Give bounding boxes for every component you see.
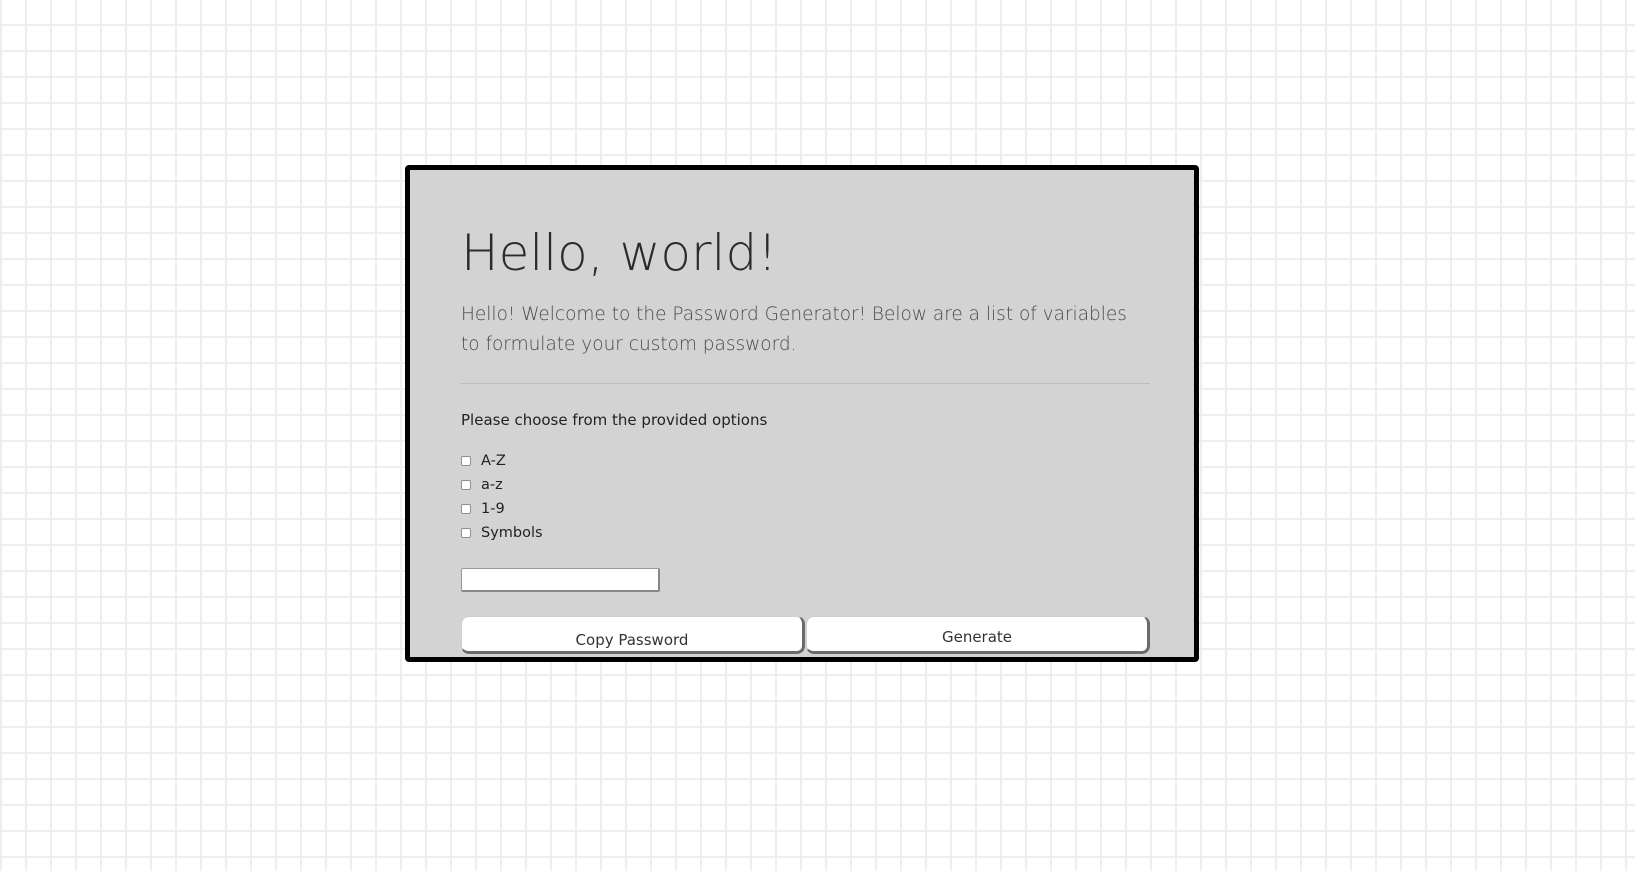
divider [461,383,1150,384]
password-output-field[interactable] [461,568,660,592]
numbers-checkbox[interactable] [461,504,471,514]
option-label: 1-9 [481,501,505,517]
option-label: A-Z [481,453,506,469]
copy-password-button[interactable]: Copy Password [461,616,805,654]
option-symbols[interactable]: Symbols [461,521,543,545]
option-label: a-z [481,477,503,493]
option-label: Symbols [481,525,543,541]
option-uppercase[interactable]: A-Z [461,449,543,473]
options-list: A-Z a-z 1-9 Symbols [461,449,543,545]
option-numbers[interactable]: 1-9 [461,497,543,521]
page-title: Hello, world! [461,224,778,282]
lowercase-checkbox[interactable] [461,480,471,490]
password-generator-card: Hello, world! Hello! Welcome to the Pass… [405,165,1199,662]
uppercase-checkbox[interactable] [461,456,471,466]
options-prompt: Please choose from the provided options [461,411,768,429]
generate-button[interactable]: Generate [806,616,1150,654]
symbols-checkbox[interactable] [461,528,471,538]
option-lowercase[interactable]: a-z [461,473,543,497]
welcome-text: Hello! Welcome to the Password Generator… [461,304,1127,355]
